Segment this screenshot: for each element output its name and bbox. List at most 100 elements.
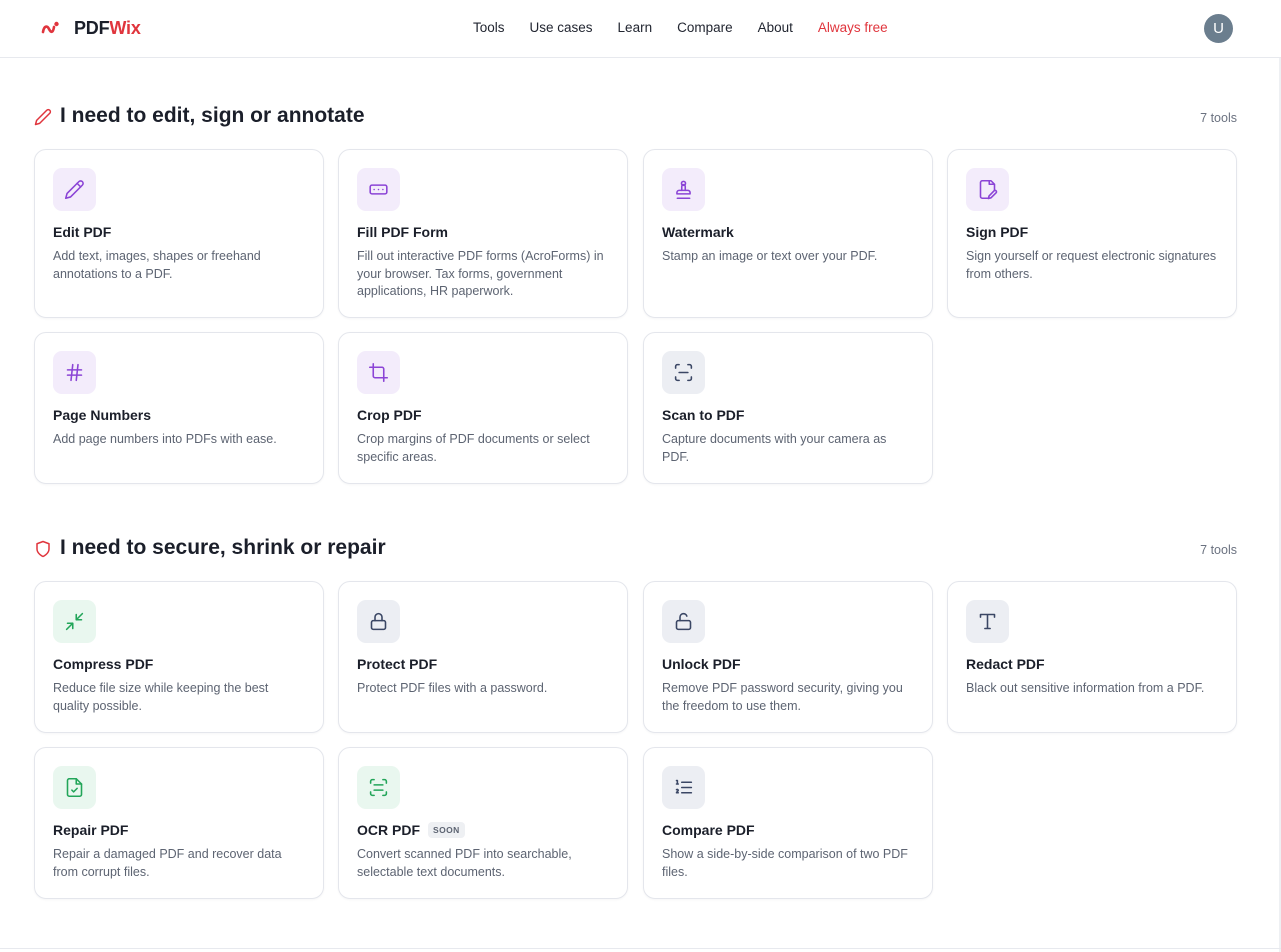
card-description: Add text, images, shapes or freehand ann…: [53, 249, 261, 281]
nav-compare[interactable]: Compare: [677, 20, 733, 35]
stamp-icon: [676, 180, 691, 200]
card-description: Fill out interactive PDF forms (AcroForm…: [357, 249, 604, 298]
tool-card-ocr-pdf[interactable]: OCR PDF SOON Convert scanned PDF into sea…: [338, 747, 628, 899]
card-title: Unlock PDF: [662, 656, 914, 672]
card-title-text: Scan to PDF: [662, 407, 745, 423]
logo-text: PDFWix: [74, 18, 141, 39]
nav-always-free[interactable]: Always free: [818, 20, 888, 35]
card-title: Repair PDF: [53, 822, 305, 838]
crop-icon: [368, 362, 389, 383]
card-description: Repair a damaged PDF and recover data fr…: [53, 847, 282, 879]
card-description: Remove PDF password security, giving you…: [662, 681, 903, 713]
tool-card-unlock-pdf[interactable]: Unlock PDF Remove PDF password security,…: [643, 581, 933, 733]
card-title: Watermark: [662, 224, 914, 240]
unlock-icon: [675, 612, 692, 631]
tool-card-watermark[interactable]: Watermark Stamp an image or text over yo…: [643, 149, 933, 318]
card-title: Scan to PDF: [662, 407, 914, 423]
card-title-text: Crop PDF: [357, 407, 422, 423]
card-icon-wrap: [662, 351, 705, 394]
card-icon-wrap: [966, 600, 1009, 643]
tool-card-fill-pdf-form[interactable]: Fill PDF Form Fill out interactive PDF f…: [338, 149, 628, 318]
logo[interactable]: PDFWix: [40, 16, 141, 40]
card-title: Redact PDF: [966, 656, 1218, 672]
shrink-arrows-icon: [65, 612, 84, 631]
section-header: I need to secure, shrink or repair 7 too…: [34, 534, 1237, 564]
logo-mark-icon: [41, 21, 59, 34]
card-title-text: Compress PDF: [53, 656, 154, 672]
card-title-text: Watermark: [662, 224, 734, 240]
card-description: Reduce file size while keeping the best …: [53, 681, 269, 713]
card-description: Capture documents with your camera as PD…: [662, 432, 887, 464]
card-title-text: OCR PDF: [357, 822, 420, 838]
lock-icon: [370, 612, 387, 631]
tool-card-compress-pdf[interactable]: Compress PDF Reduce file size while keep…: [34, 581, 324, 733]
card-title-text: Repair PDF: [53, 822, 129, 838]
card-title: Compare PDF: [662, 822, 914, 838]
tool-card-page-numbers[interactable]: Page Numbers Add page numbers into PDFs …: [34, 332, 324, 484]
site-header: PDFWix Tools Use cases Learn Compare Abo…: [0, 0, 1281, 58]
tool-card-scan-to-pdf[interactable]: Scan to PDF Capture documents with your …: [643, 332, 933, 484]
card-title: Fill PDF Form: [357, 224, 609, 240]
card-title: Sign PDF: [966, 224, 1218, 240]
card-description: Sign yourself or request electronic sign…: [966, 249, 1217, 281]
card-icon-wrap: [357, 168, 400, 211]
card-title: Page Numbers: [53, 407, 305, 423]
card-title-text: Protect PDF: [357, 656, 438, 672]
card-description: Black out sensitive information from a P…: [966, 681, 1205, 695]
nav-learn[interactable]: Learn: [618, 20, 653, 35]
card-icon-wrap: [357, 766, 400, 809]
tool-card-sign-pdf[interactable]: Sign PDF Sign yourself or request electr…: [947, 149, 1237, 318]
scan-icon: [674, 363, 693, 382]
card-icon-wrap: [53, 600, 96, 643]
card-description: Add page numbers into PDFs with ease.: [53, 432, 277, 446]
card-description: Show a side-by-side comparison of two PD…: [662, 847, 908, 879]
card-icon-wrap: [662, 168, 705, 211]
form-field-icon: [369, 184, 388, 195]
card-icon-wrap: [53, 168, 96, 211]
shield-icon: [36, 540, 50, 558]
card-icon-wrap: [357, 351, 400, 394]
card-icon-wrap: [662, 600, 705, 643]
nav-about[interactable]: About: [758, 20, 793, 35]
card-title-text: Redact PDF: [966, 656, 1045, 672]
card-description: Convert scanned PDF into searchable, sel…: [357, 847, 572, 879]
nav-use-cases[interactable]: Use cases: [530, 20, 593, 35]
user-avatar[interactable]: U: [1204, 14, 1233, 43]
card-icon-wrap: [53, 351, 96, 394]
list-ordered-icon: [675, 779, 693, 794]
hash-icon: [66, 363, 83, 382]
card-icon-wrap: [53, 766, 96, 809]
tool-card-crop-pdf[interactable]: Crop PDF Crop margins of PDF documents o…: [338, 332, 628, 484]
card-title-text: Page Numbers: [53, 407, 152, 423]
card-title-text: Fill PDF Form: [357, 224, 448, 240]
tool-card-repair-pdf[interactable]: Repair PDF Repair a damaged PDF and reco…: [34, 747, 324, 899]
text-t-icon: [979, 613, 996, 630]
card-description: Protect PDF files with a password.: [357, 681, 548, 695]
card-title: Compress PDF: [53, 656, 305, 672]
card-description: Stamp an image or text over your PDF.: [662, 249, 878, 263]
card-title: Crop PDF: [357, 407, 609, 423]
card-description: Crop margins of PDF documents or select …: [357, 432, 590, 464]
main-nav: Tools Use cases Learn Compare About Alwa…: [473, 20, 913, 35]
scan-text-icon: [369, 778, 388, 797]
tool-card-protect-pdf[interactable]: Protect PDF Protect PDF files with a pas…: [338, 581, 628, 733]
section-tool-count: 7 tools: [1200, 111, 1237, 125]
pencil-icon: [64, 180, 84, 200]
tool-card-redact-pdf[interactable]: Redact PDF Black out sensitive informati…: [947, 581, 1237, 733]
card-title-text: Sign PDF: [966, 224, 1029, 240]
nav-tools[interactable]: Tools: [473, 20, 505, 35]
tool-card-edit-pdf[interactable]: Edit PDF Add text, images, shapes or fre…: [34, 149, 324, 318]
card-title-text: Edit PDF: [53, 224, 112, 240]
card-title: OCR PDF SOON: [357, 822, 609, 838]
section-secure-shrink-repair: I need to secure, shrink or repair 7 too…: [34, 534, 1237, 899]
tool-card-compare-pdf[interactable]: Compare PDF Show a side-by-side comparis…: [643, 747, 933, 899]
logo-text-wix: Wix: [109, 17, 141, 38]
card-icon-wrap: [357, 600, 400, 643]
section-edit-sign-annotate: I need to edit, sign or annotate 7 tools…: [34, 102, 1237, 484]
signature-icon: [979, 179, 998, 200]
section-title: I need to edit, sign or annotate: [60, 104, 365, 127]
file-check-icon: [66, 777, 83, 798]
card-icon-wrap: [662, 766, 705, 809]
card-icon-wrap: [966, 168, 1009, 211]
section-tool-count: 7 tools: [1200, 543, 1237, 557]
